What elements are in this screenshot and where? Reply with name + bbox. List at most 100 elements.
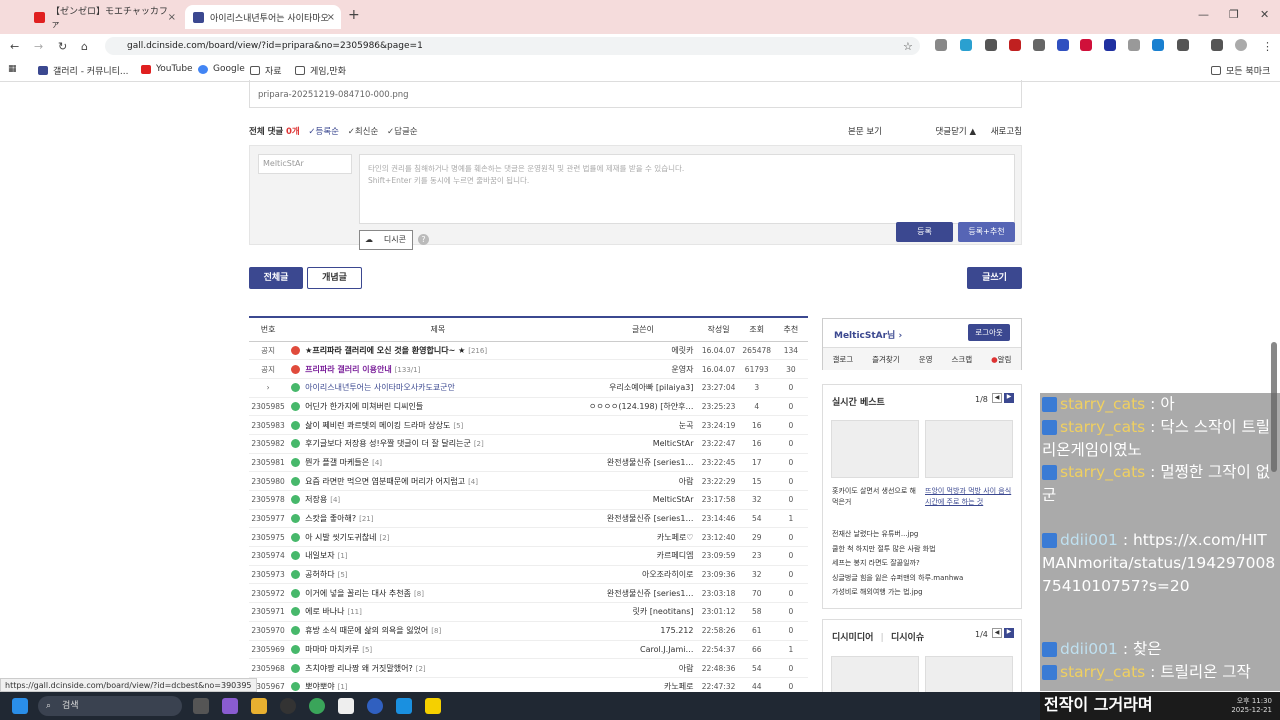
post-title-cell[interactable]: 마마마 마치카루 [5]: [287, 640, 589, 660]
table-row[interactable]: 공지 ★프리파라 갤러리에 오신 것을 환영합니다~ ★ [216] 에릿카 16.04…: [249, 341, 808, 361]
post-title-cell[interactable]: 휴방 소식 때문에 삶의 의욕을 잃었어 [8]: [287, 621, 589, 641]
menu-favorites[interactable]: 즐겨찾기: [872, 354, 900, 365]
prev-icon[interactable]: ◀: [992, 628, 1002, 638]
post-title-cell[interactable]: 저장용 [4]: [287, 490, 589, 510]
menu-icon[interactable]: [1211, 39, 1223, 51]
close-window-icon[interactable]: ✕: [1260, 8, 1269, 21]
app-icon[interactable]: [367, 698, 383, 714]
app-icon[interactable]: [396, 698, 412, 714]
extension-icon[interactable]: [1009, 39, 1021, 51]
apps-icon[interactable]: ▦: [8, 64, 17, 74]
post-writer[interactable]: 카르페디엠: [588, 546, 698, 566]
all-bookmarks[interactable]: 모든 북마크: [1211, 64, 1270, 77]
post-title[interactable]: 스캇을 좋아해?: [305, 514, 356, 523]
taskbar-search[interactable]: ⌕ 검색: [38, 696, 182, 716]
extension-icon[interactable]: [1080, 39, 1092, 51]
prev-icon[interactable]: ◀: [992, 393, 1002, 403]
next-icon[interactable]: ▶: [1004, 628, 1014, 638]
puzzle-icon[interactable]: [1177, 39, 1189, 51]
home-icon[interactable]: ⌂: [81, 40, 88, 53]
table-row[interactable]: 2305971 에로 바나나 [11] 릿카 [neotitans] 23:01:12 5…: [249, 602, 808, 622]
table-row[interactable]: 2305978 저장용 [4] MelticStAr 23:17:58 32 0: [249, 490, 808, 510]
copilot-icon[interactable]: [222, 698, 238, 714]
post-writer[interactable]: 아람: [588, 471, 698, 491]
table-row[interactable]: 2305973 공허하다 [5] 아오조라히이로 23:09:36 32 0: [249, 565, 808, 585]
list-item[interactable]: 싱글벙글 힘을 잃은 슈퍼맨의 하루.manhwa: [832, 571, 963, 586]
tab-media[interactable]: 디시미디어: [832, 633, 873, 643]
bookmark-folder[interactable]: 자료: [250, 64, 282, 77]
kakaotalk-icon[interactable]: [425, 698, 441, 714]
post-writer[interactable]: 눈곡: [588, 415, 698, 435]
table-row[interactable]: 2305969 마마마 마치카루 [5] Carol.J.Jami… 22:54:37 6…: [249, 640, 808, 660]
post-title[interactable]: 프리파라 갤러리 이용안내: [305, 365, 392, 374]
close-comments-link[interactable]: 댓글닫기 ▲: [935, 125, 976, 137]
post-title-cell[interactable]: 이거에 넣을 꼴리는 대사 추천좀 [8]: [287, 583, 589, 604]
post-title[interactable]: 저장용: [305, 495, 327, 504]
taskview-icon[interactable]: [193, 698, 209, 714]
sort-reply[interactable]: ✓답글순: [387, 127, 418, 137]
post-writer[interactable]: 카노페로♡: [588, 527, 698, 548]
table-row[interactable]: 2305982 후기글보다 저장용 성!우짤 댓글이 더 잘 달리는군 [2] Mel…: [249, 434, 808, 454]
post-writer[interactable]: 아람: [588, 658, 698, 678]
menu-scrap[interactable]: 스크랩: [951, 354, 972, 365]
windows-icon[interactable]: [12, 698, 28, 714]
media-thumbnail[interactable]: [831, 656, 919, 696]
thumbnail-caption[interactable]: 홋카이도 살면서 생선으로 해먹은거: [832, 486, 920, 508]
comment-textarea[interactable]: 타인의 권리를 침해하거나 명예를 훼손하는 댓글은 운영원칙 및 관련 법률에…: [359, 154, 1015, 224]
table-row[interactable]: 2305980 요즘 라면만 먹으면 염분때문에 머리가 어지럽고 [4] 아람 23:…: [249, 471, 808, 491]
dccon-button[interactable]: ☁ 디시콘: [359, 230, 413, 250]
post-title[interactable]: 휴방 소식 때문에 삶의 의욕을 잃었어: [305, 626, 428, 635]
post-title[interactable]: 삶이 쩨비런 콰르텟의 메이킹 드라마 상상도: [305, 421, 450, 430]
explorer-icon[interactable]: [251, 698, 267, 714]
extension-icon[interactable]: [935, 39, 947, 51]
post-title-cell[interactable]: 프리파라 갤러리 이용안내 [133/1]: [287, 359, 589, 379]
tab-issue[interactable]: 디시이슈: [891, 633, 924, 643]
attachment-link[interactable]: pripara-20251219-084710-000.png: [258, 90, 409, 100]
media-thumbnail[interactable]: [925, 656, 1013, 696]
username[interactable]: MelticStAr님 ›: [834, 328, 902, 341]
post-title-cell[interactable]: 에로 바나나 [11]: [287, 602, 589, 622]
minimize-icon[interactable]: —: [1198, 8, 1209, 21]
more-icon[interactable]: ⋮: [1262, 40, 1273, 53]
post-title[interactable]: 이거에 넣을 꼴리는 대사 추천좀: [305, 589, 411, 598]
table-row[interactable]: 2305985 어딘가 한가지에 미쳐버린 디씨인들 ㅇㅇㅇㅇ(124.198) […: [249, 397, 808, 417]
menu-manage[interactable]: 운영: [919, 354, 933, 365]
post-title[interactable]: 츠치야짱 리나짱 왜 거짓말했어?: [305, 664, 413, 673]
post-title-cell[interactable]: 후기글보다 저장용 성!우짤 댓글이 더 잘 달리는군 [2]: [287, 434, 589, 454]
sort-latest[interactable]: ✓최신순: [348, 127, 379, 137]
avatar[interactable]: [1235, 39, 1247, 51]
tab-dcinside[interactable]: 아이리스내년투어는 사이타마오 ×: [185, 5, 341, 29]
url-field[interactable]: gall.dcinside.com/board/view/?id=pripara…: [105, 37, 920, 55]
close-icon[interactable]: ×: [327, 12, 335, 23]
extension-icon[interactable]: [1128, 39, 1140, 51]
post-title[interactable]: 아이리스내년투어는 사이타마오사카도쿄군안: [305, 383, 455, 392]
post-title[interactable]: 뽀야뽀야: [305, 682, 334, 691]
list-item[interactable]: 세프는 봉지 라면도 잘끓일까?: [832, 556, 963, 571]
back-icon[interactable]: ←: [10, 40, 19, 53]
post-title[interactable]: 후기글보다 저장용 성!우짤 댓글이 더 잘 달리는군: [305, 439, 471, 448]
post-writer[interactable]: 릿카 [neotitans]: [588, 602, 698, 622]
post-title-cell[interactable]: 츠치야짱 리나짱 왜 거짓말했어? [2]: [287, 658, 589, 678]
post-title[interactable]: 공허하다: [305, 570, 334, 579]
post-title-cell[interactable]: 어딘가 한가지에 미쳐버린 디씨인들: [287, 397, 589, 417]
submit-button[interactable]: 등록: [896, 222, 953, 242]
best-thumbnail[interactable]: [831, 420, 919, 478]
table-row[interactable]: 2305972 이거에 넣을 꼴리는 대사 추천좀 [8] 완전생물신쥬 [serie…: [249, 583, 808, 604]
app-icon[interactable]: [338, 698, 354, 714]
post-title-cell[interactable]: 요즘 라면만 먹으면 염분때문에 머리가 어지럽고 [4]: [287, 471, 589, 491]
post-writer[interactable]: 우리소예아빠 [pilaiya3]: [588, 378, 698, 398]
table-row[interactable]: 2305975 아 시발 씻기도귀찮네 [2] 카노페로♡ 23:12:40 29 0: [249, 527, 808, 548]
restore-icon[interactable]: ❐: [1229, 8, 1239, 21]
post-title[interactable]: 뭔가 플갤 마케들은: [305, 458, 369, 467]
chrome-icon[interactable]: [309, 698, 325, 714]
post-title-cell[interactable]: 삶이 쩨비런 콰르텟의 메이킹 드라마 상상도 [5]: [287, 415, 589, 435]
bookmark-youtube[interactable]: YouTube: [141, 64, 193, 74]
post-writer[interactable]: 완전생물신쥬 [series1…: [588, 509, 698, 529]
new-tab-button[interactable]: +: [348, 7, 360, 23]
tab-all-posts[interactable]: 전체글: [249, 267, 303, 289]
list-item[interactable]: 쿨한 척 하지만 절투 많은 사람 화법: [832, 542, 963, 557]
forward-icon[interactable]: →: [34, 40, 43, 53]
bookmark-folder[interactable]: 게임,만화: [295, 64, 346, 77]
thumbnail-caption[interactable]: 뜨앙이 먹방과 먹방 사이 음식 시간에 주로 하는 것: [925, 486, 1015, 508]
menu-gallog[interactable]: 갤로그: [832, 354, 853, 365]
